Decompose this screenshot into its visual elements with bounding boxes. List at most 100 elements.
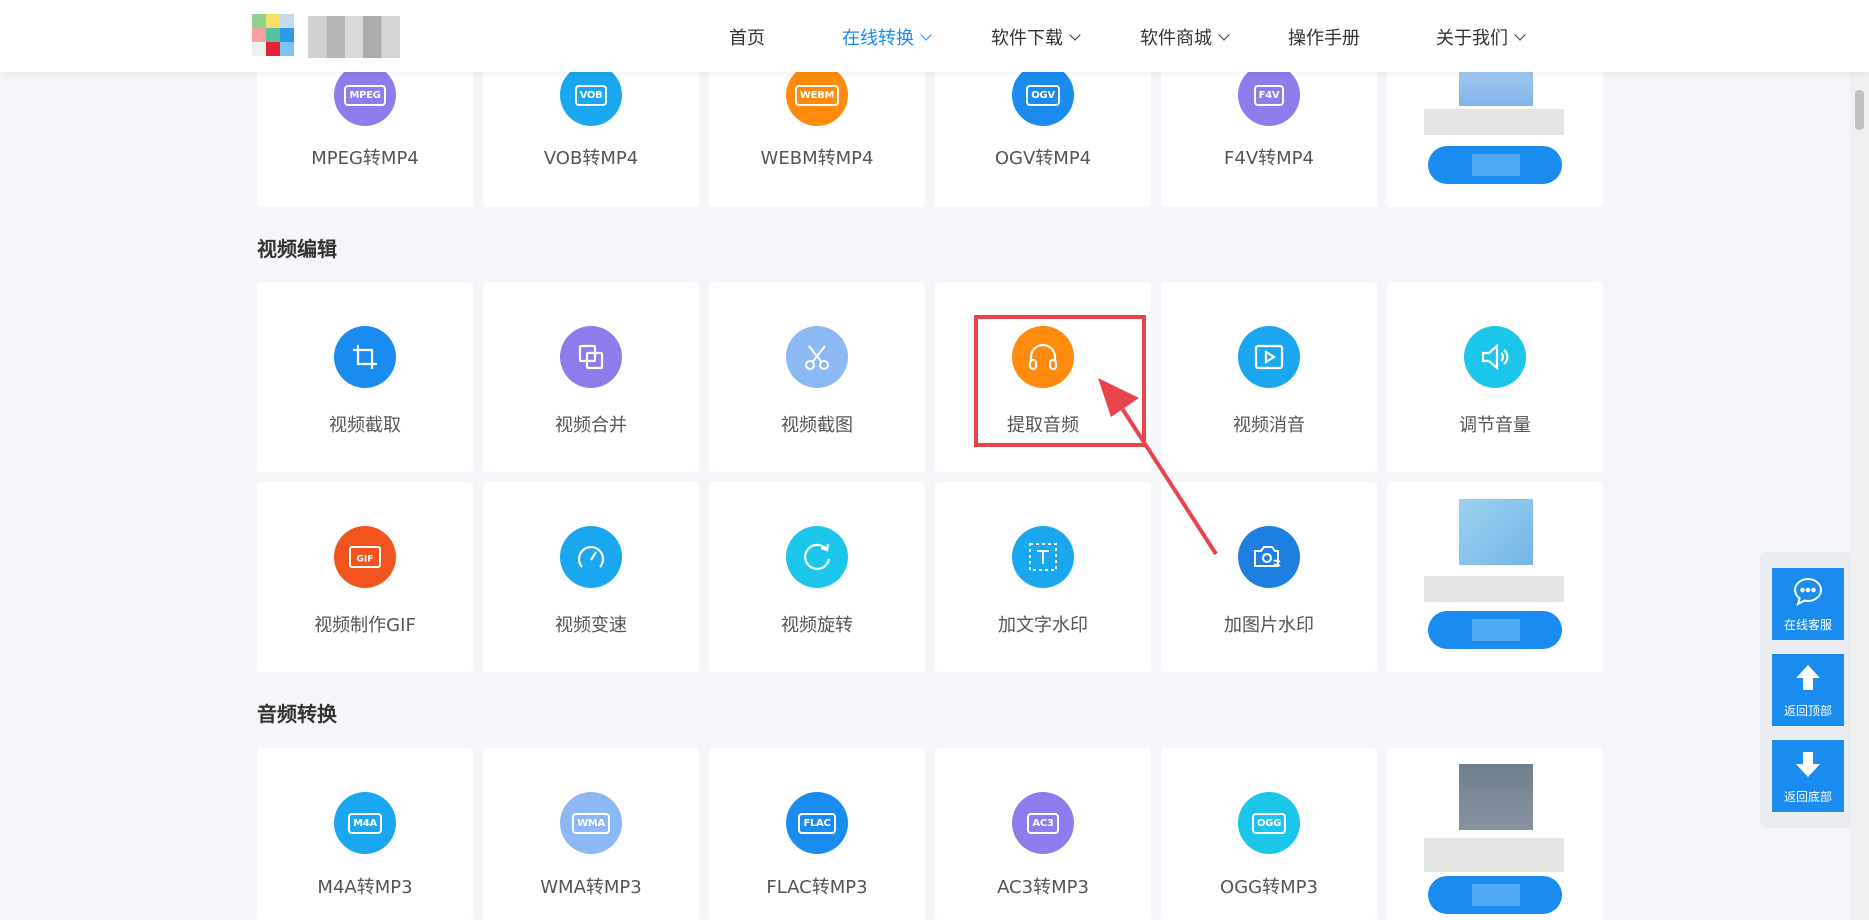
nav-home[interactable]: 首页 — [729, 24, 765, 50]
ad-card[interactable] — [1387, 60, 1603, 207]
online-service-label: 在线客服 — [1783, 618, 1832, 632]
tool-label: MPEG转MP4 — [311, 148, 419, 169]
tool-card-ogv-to-mp4[interactable]: OGV OGV转MP4 — [935, 60, 1151, 207]
badge-text: VOB — [574, 84, 608, 106]
tool-label: 加文字水印 — [998, 615, 1088, 636]
back-to-bottom-label: 返回底部 — [1783, 790, 1832, 804]
tool-card-extract-audio[interactable]: 提取音频 — [935, 282, 1151, 472]
nav-online-convert[interactable]: 在线转换 — [842, 24, 932, 50]
svg-text:GIF: GIF — [357, 555, 374, 565]
nav-software-store[interactable]: 软件商城 — [1140, 24, 1230, 50]
tool-label: OGG转MP3 — [1220, 877, 1318, 898]
text-watermark-icon — [1012, 526, 1074, 588]
ad-image — [1459, 764, 1533, 830]
chat-bubble-icon — [1793, 577, 1823, 606]
scrollbar-thumb[interactable] — [1855, 90, 1864, 130]
tool-card-webm-to-mp4[interactable]: WEBM WEBM转MP4 — [709, 60, 925, 207]
badge-text: WMA — [572, 812, 610, 834]
badge-text: OGV — [1026, 84, 1060, 106]
ac3-file-icon: AC3 — [1012, 792, 1074, 854]
ad-button[interactable] — [1428, 146, 1562, 184]
nav-manual[interactable]: 操作手册 — [1288, 24, 1360, 50]
tool-label: 视频旋转 — [781, 615, 853, 636]
webm-file-icon: WEBM — [786, 64, 848, 126]
ad-image — [1459, 499, 1533, 565]
tool-label: 调节音量 — [1459, 415, 1531, 436]
tool-card-text-watermark[interactable]: 加文字水印 — [935, 482, 1151, 672]
ad-caption — [1424, 109, 1564, 135]
tool-card-ogg-to-mp3[interactable]: OGG OGG转MP3 — [1161, 748, 1377, 920]
tool-card-ac3-to-mp3[interactable]: AC3 AC3转MP3 — [935, 748, 1151, 920]
tool-card-mpeg-to-mp4[interactable]: MPEG MPEG转MP4 — [257, 60, 473, 207]
tool-label: 视频截取 — [329, 415, 401, 436]
nav-home-label: 首页 — [729, 28, 765, 49]
vob-file-icon: VOB — [560, 64, 622, 126]
f4v-file-icon: F4V — [1238, 64, 1300, 126]
tool-card-flac-to-mp3[interactable]: FLAC FLAC转MP3 — [709, 748, 925, 920]
badge-text: F4V — [1253, 84, 1285, 106]
nav-about[interactable]: 关于我们 — [1436, 24, 1526, 50]
tool-card-video-to-gif[interactable]: GIF 视频制作GIF — [257, 482, 473, 672]
online-service-button[interactable]: 在线客服 — [1772, 568, 1844, 640]
tool-card-video-merge[interactable]: 视频合并 — [483, 282, 699, 472]
badge-text: M4A — [348, 812, 382, 834]
arrow-up-icon — [1796, 665, 1820, 690]
headphones-icon — [1012, 326, 1074, 388]
flac-file-icon: FLAC — [786, 792, 848, 854]
speaker-icon — [1464, 326, 1526, 388]
ogv-file-icon: OGV — [1012, 64, 1074, 126]
ad-caption — [1424, 838, 1564, 872]
wma-file-icon: WMA — [560, 792, 622, 854]
tool-card-video-speed[interactable]: 视频变速 — [483, 482, 699, 672]
tool-card-f4v-to-mp4[interactable]: F4V F4V转MP4 — [1161, 60, 1377, 207]
scrollbar-track[interactable] — [1850, 0, 1869, 920]
tool-label: VOB转MP4 — [543, 148, 639, 169]
badge-text: FLAC — [798, 812, 836, 834]
tool-label: WMA转MP3 — [540, 877, 642, 898]
m4a-file-icon: M4A — [334, 792, 396, 854]
tool-card-video-crop[interactable]: 视频截取 — [257, 282, 473, 472]
badge-text: MPEG — [344, 84, 386, 106]
chevron-down-icon — [1218, 28, 1230, 41]
back-to-bottom-button[interactable]: 返回底部 — [1772, 740, 1844, 812]
rotate-icon — [786, 526, 848, 588]
ad-card[interactable] — [1387, 748, 1603, 920]
chevron-down-icon — [1514, 28, 1526, 41]
tool-card-video-rotate[interactable]: 视频旋转 — [709, 482, 925, 672]
badge-text: WEBM — [794, 84, 840, 106]
tool-card-vob-to-mp4[interactable]: VOB VOB转MP4 — [483, 60, 699, 207]
ad-button[interactable] — [1428, 876, 1562, 914]
tool-label: 加图片水印 — [1224, 615, 1314, 636]
tool-label: F4V转MP4 — [1224, 148, 1314, 169]
tool-label: OGV转MP4 — [994, 148, 1092, 169]
tool-label: AC3转MP3 — [997, 877, 1089, 898]
ad-card[interactable] — [1387, 482, 1603, 672]
tool-label: WEBM转MP4 — [760, 148, 874, 169]
nav-software-download-label: 软件下载 — [991, 28, 1063, 49]
tool-card-video-mute[interactable]: 视频消音 — [1161, 282, 1377, 472]
nav-software-download[interactable]: 软件下载 — [991, 24, 1081, 50]
arrow-down-icon — [1796, 752, 1820, 777]
tool-label: FLAC转MP3 — [766, 877, 868, 898]
nav-about-label: 关于我们 — [1436, 28, 1508, 49]
tool-card-image-watermark[interactable]: 加图片水印 — [1161, 482, 1377, 672]
tool-card-adjust-volume[interactable]: 调节音量 — [1387, 282, 1603, 472]
ad-button[interactable] — [1428, 611, 1562, 649]
tool-card-wma-to-mp3[interactable]: WMA WMA转MP3 — [483, 748, 699, 920]
back-to-top-label: 返回顶部 — [1783, 704, 1832, 718]
ad-caption — [1424, 576, 1564, 602]
nav-online-convert-label: 在线转换 — [842, 28, 914, 49]
floating-side-panel: 在线客服 返回顶部 返回底部 — [1760, 552, 1852, 828]
back-to-top-button[interactable]: 返回顶部 — [1772, 654, 1844, 726]
tool-card-video-screenshot[interactable]: 视频截图 — [709, 282, 925, 472]
scissors-icon — [786, 326, 848, 388]
ad-image — [1459, 66, 1533, 106]
section-title-video-edit: 视频编辑 — [257, 237, 337, 261]
section-title-audio-convert: 音频转换 — [257, 702, 337, 726]
tool-card-m4a-to-mp3[interactable]: M4A M4A转MP3 — [257, 748, 473, 920]
gif-icon: GIF — [334, 526, 396, 588]
site-logo[interactable] — [252, 14, 400, 62]
logo-mark-icon — [252, 14, 296, 58]
nav-manual-label: 操作手册 — [1288, 28, 1360, 49]
merge-icon — [560, 326, 622, 388]
